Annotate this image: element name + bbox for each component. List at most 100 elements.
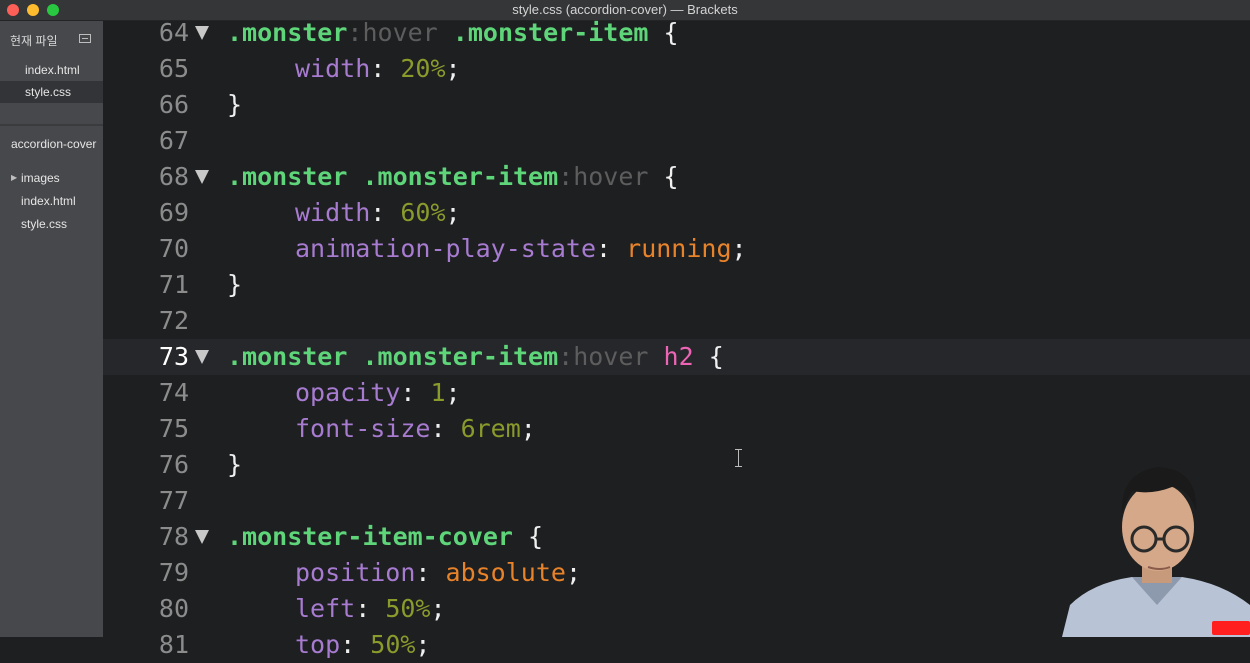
code-token: .monster-item [362, 162, 559, 191]
code-token: ; [445, 198, 461, 227]
code-line[interactable]: width: 20%; [227, 51, 1250, 87]
code-token: : [430, 414, 461, 443]
text-cursor-icon [734, 449, 744, 467]
code-line[interactable]: } [227, 267, 1250, 303]
code-token: } [227, 90, 243, 119]
code-token: { [648, 162, 679, 191]
fold-toggle-icon[interactable] [195, 170, 209, 184]
code-token: .monster-item [362, 342, 559, 371]
subscribe-badge[interactable] [1212, 621, 1250, 635]
fold-toggle-icon[interactable] [195, 530, 209, 544]
code-token: absolute [445, 558, 566, 587]
gutter-row: 79 [103, 555, 227, 591]
line-number: 78 [158, 522, 189, 551]
code-line[interactable] [227, 303, 1250, 339]
code-token: ; [430, 594, 446, 623]
code-line[interactable] [227, 123, 1250, 159]
line-number: 68 [158, 162, 189, 191]
split-view-icon[interactable] [79, 34, 91, 43]
code-token: animation-play-state [295, 234, 597, 263]
tree-file-index-html[interactable]: index.html [0, 190, 103, 212]
code-token: 50% [370, 630, 416, 659]
sidebar: 현재 파일 index.html style.css accordion-cov… [0, 21, 103, 637]
gutter-row: 71 [103, 267, 227, 303]
line-number: 80 [158, 594, 189, 623]
code-token: top [295, 630, 341, 659]
webcam-overlay [1062, 455, 1250, 637]
code-token: : [370, 54, 401, 83]
code-token: .monster [227, 18, 348, 47]
code-token: .monster-item [452, 18, 649, 47]
code-token: ; [445, 378, 461, 407]
line-number: 75 [158, 414, 189, 443]
tree-file-style-css[interactable]: style.css [0, 213, 103, 235]
code-token: width [295, 54, 371, 83]
code-token: h2 [663, 342, 694, 371]
code-token: 50% [385, 594, 431, 623]
code-line[interactable]: font-size: 6rem; [227, 411, 1250, 447]
code-token: :hover [558, 162, 649, 191]
code-line[interactable]: .monster:hover .monster-item { [227, 15, 1250, 51]
code-token: { [693, 342, 724, 371]
code-token: 6rem [460, 414, 521, 443]
code-token: position [295, 558, 416, 587]
line-number: 72 [158, 306, 189, 335]
presenter-image [1062, 467, 1250, 637]
code-token: .monster [227, 342, 348, 371]
gutter-row: 73 [103, 339, 227, 375]
working-file-index-html[interactable]: index.html [0, 59, 103, 81]
line-number: 69 [158, 198, 189, 227]
tree-item-label: index.html [21, 194, 76, 208]
working-file-style-css[interactable]: style.css [0, 81, 103, 103]
code-token: ; [415, 630, 431, 659]
folder-expand-icon[interactable]: ▶ [11, 167, 17, 189]
code-line[interactable]: .monster .monster-item:hover { [227, 159, 1250, 195]
working-file-label: style.css [25, 85, 72, 99]
gutter-row: 72 [103, 303, 227, 339]
gutter-row: 68 [103, 159, 227, 195]
code-line[interactable]: opacity: 1; [227, 375, 1250, 411]
line-number: 76 [158, 450, 189, 479]
line-number: 71 [158, 270, 189, 299]
code-token: : [340, 630, 371, 659]
line-number: 70 [158, 234, 189, 263]
code-token: 20% [400, 54, 446, 83]
code-token: opacity [295, 378, 401, 407]
line-number: 74 [158, 378, 189, 407]
code-token: ; [445, 54, 461, 83]
sidebar-divider [0, 124, 103, 126]
gutter-row: 76 [103, 447, 227, 483]
code-token: ; [565, 558, 582, 587]
code-token: 60% [400, 198, 446, 227]
gutter-row: 69 [103, 195, 227, 231]
working-file-label: index.html [25, 63, 80, 77]
gutter-row: 64 [103, 15, 227, 51]
project-name: accordion-cover [11, 137, 97, 151]
fold-toggle-icon[interactable] [195, 350, 209, 364]
code-line[interactable]: animation-play-state: running; [227, 231, 1250, 267]
tree-folder-images[interactable]: ▶ images [0, 167, 103, 189]
code-token: : [400, 378, 431, 407]
code-line[interactable]: .monster .monster-item:hover h2 { [227, 339, 1250, 375]
code-token: :hover [347, 18, 438, 47]
line-number: 81 [158, 630, 189, 659]
gutter-row: 66 [103, 87, 227, 123]
code-token: : [355, 594, 386, 623]
line-number: 73 [158, 342, 189, 371]
gutter-row: 81 [103, 627, 227, 663]
code-token: 1 [430, 378, 446, 407]
working-files-header: 현재 파일 [10, 34, 58, 48]
code-token: running [626, 234, 732, 263]
fold-toggle-icon[interactable] [195, 26, 209, 40]
project-dropdown[interactable]: accordion-cover [0, 133, 103, 155]
tree-item-label: images [21, 171, 60, 185]
line-number: 64 [158, 18, 189, 47]
gutter-row: 67 [103, 123, 227, 159]
code-line[interactable]: width: 60%; [227, 195, 1250, 231]
code-token: font-size [295, 414, 431, 443]
code-line[interactable]: } [227, 87, 1250, 123]
code-token: .monster-item-cover [227, 522, 513, 551]
